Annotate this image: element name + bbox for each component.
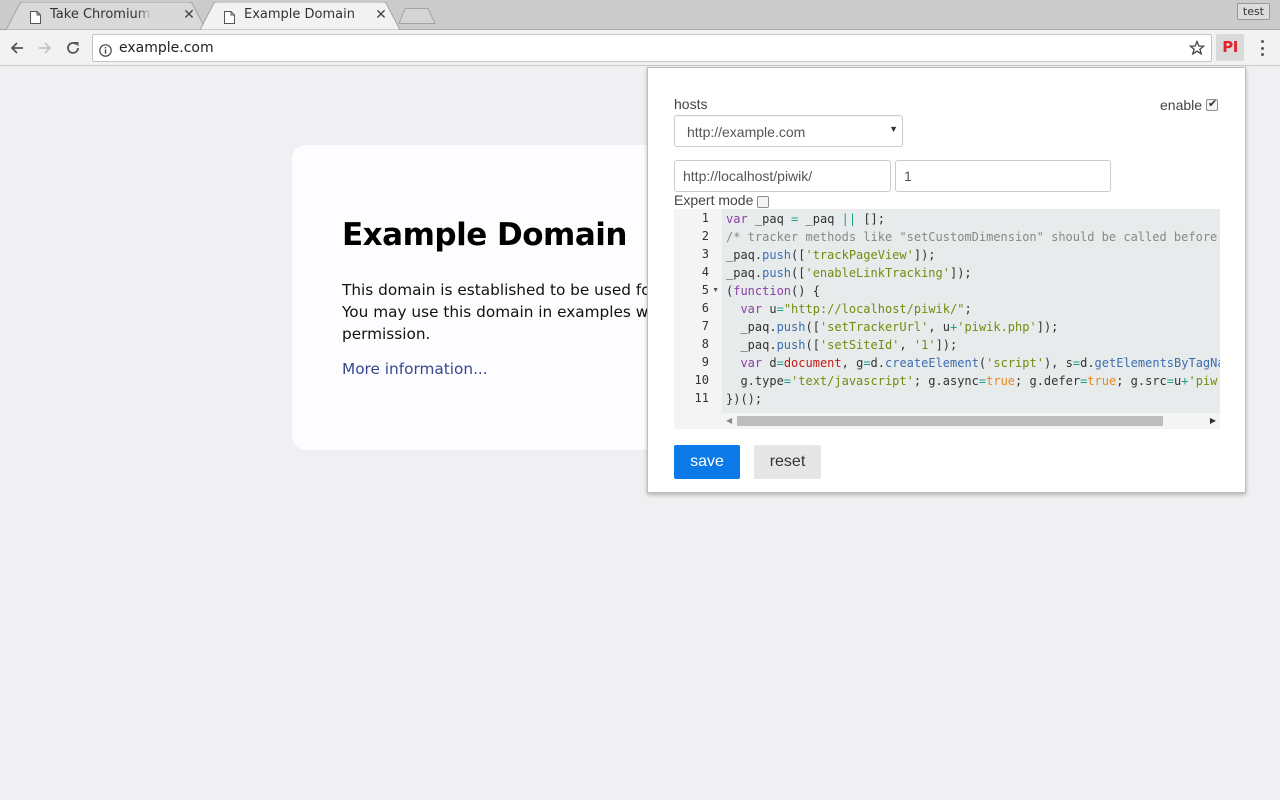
line-number: 9 bbox=[701, 355, 709, 369]
piwik-extension-button[interactable]: PI bbox=[1216, 34, 1244, 61]
tab-strip: Take Chromium everywhere ✕ Example Domai… bbox=[0, 0, 1280, 30]
tracker-url-input[interactable] bbox=[674, 160, 891, 192]
new-tab-button[interactable] bbox=[398, 8, 436, 24]
hosts-label: hosts bbox=[674, 96, 708, 112]
code-line: _paq.push(['trackPageView']); bbox=[726, 248, 936, 262]
info-icon[interactable] bbox=[99, 42, 112, 57]
save-button[interactable]: save bbox=[674, 445, 740, 479]
line-gutter: 1 2 3 4 5 ▼ 6 7 8 9 10 11 bbox=[674, 209, 722, 429]
line-number: 6 bbox=[701, 301, 709, 315]
reset-button[interactable]: reset bbox=[754, 445, 821, 479]
line-number: 7 bbox=[701, 319, 709, 333]
line-number: 3 bbox=[701, 247, 709, 261]
line-number: 8 bbox=[701, 337, 709, 351]
page-icon bbox=[224, 9, 235, 24]
reload-button[interactable] bbox=[62, 37, 84, 59]
code-line: _paq.push(['setSiteId', '1']); bbox=[726, 338, 958, 352]
line-number: 4 bbox=[701, 265, 709, 279]
forward-arrow-icon bbox=[39, 42, 52, 54]
url-text[interactable]: example.com bbox=[119, 40, 214, 56]
page-icon bbox=[30, 9, 41, 24]
browser-menu-button[interactable] bbox=[1255, 39, 1269, 57]
tab-active[interactable]: Example Domain ✕ bbox=[200, 2, 400, 30]
site-id-input[interactable] bbox=[895, 160, 1111, 192]
hosts-select-value: http://example.com bbox=[687, 124, 806, 140]
fold-toggle-icon[interactable]: ▼ bbox=[712, 287, 719, 294]
menu-dot bbox=[1260, 40, 1264, 43]
line-number: 1 bbox=[701, 211, 709, 225]
line-number: 5 bbox=[701, 283, 709, 297]
scroll-left-icon[interactable]: ◀ bbox=[726, 416, 732, 425]
bookmark-star-icon[interactable] bbox=[1188, 39, 1206, 56]
more-information-link[interactable]: More information... bbox=[342, 360, 488, 378]
tab-inactive[interactable]: Take Chromium everywhere ✕ bbox=[6, 2, 206, 30]
code-line: _paq.push(['setTrackerUrl', u+'piwik.php… bbox=[726, 320, 1059, 334]
code-line: })(); bbox=[726, 392, 763, 406]
paragraph-line: This domain is established to be used fo… bbox=[342, 281, 657, 299]
code-line: (function() { bbox=[726, 284, 820, 298]
code-line: /* tracker methods like "setCustomDimens… bbox=[726, 230, 1218, 244]
code-editor[interactable]: 1 2 3 4 5 ▼ 6 7 8 9 10 11 var _paq = _paq || []; /* … bbox=[674, 209, 1220, 429]
line-number: 10 bbox=[694, 373, 709, 387]
line-number: 11 bbox=[694, 391, 709, 405]
code-line: _paq.push(['enableLinkTracking']); bbox=[726, 266, 972, 280]
horizontal-scrollbar[interactable]: ◀ ▶ bbox=[722, 413, 1220, 429]
paragraph-line: permission. bbox=[342, 325, 431, 343]
paragraph-line: You may use this domain in examples wit bbox=[342, 303, 659, 321]
expert-mode-label: Expert mode bbox=[674, 192, 754, 208]
code-line: g.type='text/javascript'; g.async=true; … bbox=[726, 374, 1218, 388]
code-line: var _paq = _paq || []; bbox=[726, 212, 885, 226]
back-arrow-icon bbox=[10, 42, 23, 54]
menu-dot bbox=[1260, 53, 1264, 56]
close-tab-icon[interactable]: ✕ bbox=[182, 7, 196, 23]
expert-mode-checkbox[interactable] bbox=[757, 196, 769, 208]
enable-checkbox[interactable] bbox=[1206, 97, 1218, 111]
menu-dot bbox=[1260, 46, 1264, 50]
toolbar: example.com PI bbox=[0, 31, 1280, 66]
code-line: var u="http://localhost/piwik/"; bbox=[740, 302, 972, 316]
line-number: 2 bbox=[701, 229, 709, 243]
tab-title: Take Chromium everywhere bbox=[50, 7, 152, 22]
address-bar[interactable]: example.com bbox=[92, 34, 1212, 62]
hosts-select[interactable]: http://example.com ▼ bbox=[674, 115, 903, 147]
back-button[interactable] bbox=[6, 37, 28, 59]
scroll-right-icon[interactable]: ▶ bbox=[1210, 416, 1216, 425]
forward-button[interactable] bbox=[34, 37, 56, 59]
dropdown-caret-icon: ▼ bbox=[889, 124, 898, 134]
close-tab-icon[interactable]: ✕ bbox=[374, 7, 388, 23]
profile-button[interactable]: test bbox=[1236, 3, 1270, 20]
extension-popup: hosts enable http://example.com ▼ Expert… bbox=[647, 67, 1246, 493]
code-line: var d=document, g=d.createElement('scrip… bbox=[740, 356, 1220, 370]
reload-icon bbox=[67, 42, 79, 54]
scrollbar-thumb[interactable] bbox=[737, 416, 1163, 426]
enable-label: enable bbox=[1160, 97, 1203, 113]
tab-title: Example Domain bbox=[244, 7, 355, 22]
